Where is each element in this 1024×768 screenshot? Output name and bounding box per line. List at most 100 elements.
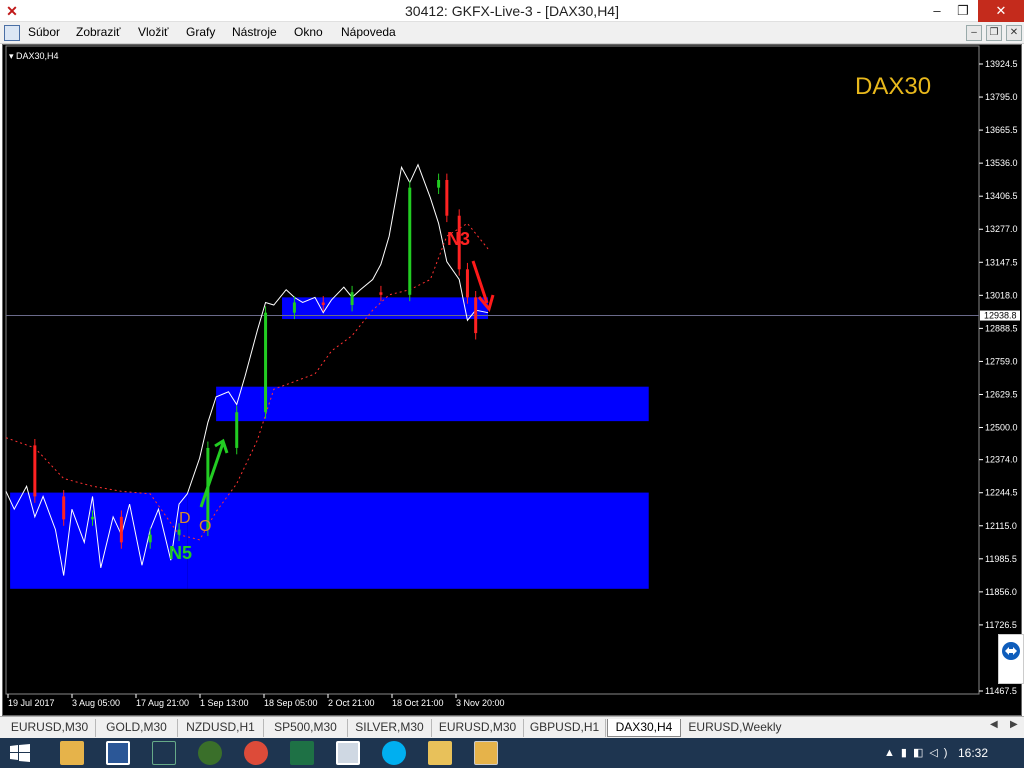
candle-body [437, 179, 441, 188]
mt4-window: ✕ 30412: GKFX-Live-3 - [DAX30,H4] – ❐ ✕ … [0, 0, 1024, 768]
menu-bar: Súbor Zobraziť Vložiť Grafy Nástroje Okn… [0, 22, 1024, 44]
menu-help[interactable]: Nápoveda [341, 25, 396, 39]
teamviewer-icon [1002, 642, 1020, 660]
plot-frame [5, 45, 980, 695]
annotation-n5: N5 [169, 543, 192, 563]
tab-eurusd-weekly[interactable]: EURUSD,Weekly [682, 719, 788, 737]
menu-insert[interactable]: Vložiť [138, 25, 169, 39]
y-tick-label: 12629.5 [985, 389, 1018, 399]
chart-window[interactable]: N3 N5 D O 13924.5 13795.0 13665.5 13536.0 13406.… [2, 44, 1022, 716]
y-tick-label: 12244.5 [985, 488, 1018, 498]
chart-symbol-label: ▾ DAX30,H4 [9, 51, 59, 61]
candle-body [33, 445, 37, 497]
mdi-close-button[interactable]: ✕ [1006, 25, 1022, 41]
windows-start-icon[interactable] [10, 744, 30, 762]
candle-body [292, 302, 296, 313]
windows-taskbar: ▲▮◧◁) 16:32 [0, 738, 1024, 768]
candle-body [465, 269, 469, 298]
menu-view[interactable]: Zobraziť [76, 25, 121, 39]
y-tick-label: 12115.0 [985, 521, 1017, 531]
restore-button[interactable]: ❐ [948, 0, 978, 22]
tab-silver-m30[interactable]: SILVER,M30 [348, 719, 432, 737]
y-tick-label: 13277.0 [985, 224, 1018, 234]
tab-dax30-h4[interactable]: DAX30,H4 [607, 719, 681, 737]
taskbar-clock[interactable]: 16:32 [958, 746, 988, 760]
chart-symbol-text: DAX30,H4 [16, 51, 59, 61]
window-title: 30412: GKFX-Live-3 - [DAX30,H4] [405, 3, 619, 19]
candle-body [474, 297, 478, 334]
chart-big-label: DAX30 [855, 73, 932, 100]
x-tick-label: 17 Aug 21:00 [136, 698, 189, 708]
taskbar-word-icon[interactable] [106, 741, 130, 765]
candle-body [445, 179, 449, 216]
x-tick-label: 2 Oct 21:00 [328, 698, 375, 708]
menu-tools[interactable]: Nástroje [232, 25, 277, 39]
taskbar-mt4-icon[interactable] [336, 741, 360, 765]
candle-body [148, 534, 152, 543]
tab-eurusd-m30[interactable]: EURUSD,M30 [4, 719, 96, 737]
taskbar-skype-icon[interactable] [382, 741, 406, 765]
x-tick-label: 19 Jul 2017 [8, 698, 55, 708]
tab-gold-m30[interactable]: GOLD,M30 [96, 719, 178, 737]
system-tray[interactable]: ▲▮◧◁) [884, 746, 953, 759]
y-tick-label: 13018.0 [985, 290, 1018, 300]
taskbar-files-icon[interactable] [474, 741, 498, 765]
y-tick-label: 13795.0 [985, 92, 1018, 102]
candle-body [62, 496, 66, 520]
tab-eurusd-m30-2[interactable]: EURUSD,M30 [432, 719, 524, 737]
teamviewer-widget[interactable] [998, 634, 1024, 684]
x-tick-label: 1 Sep 13:00 [200, 698, 249, 708]
taskbar-chrome-icon[interactable] [244, 741, 268, 765]
y-tick-label: 11726.5 [985, 620, 1017, 630]
menu-charts[interactable]: Grafy [186, 25, 215, 39]
annotation-d: D [179, 510, 191, 527]
price-chart[interactable]: N3 N5 D O 13924.5 13795.0 13665.5 13536.0 13406.… [3, 45, 1021, 715]
candle-body [235, 412, 239, 448]
tabs-scroll-right-icon[interactable]: ▶ [1010, 719, 1018, 730]
chart-window-icon[interactable] [4, 25, 20, 41]
candle-body [91, 516, 95, 520]
supply-demand-zone-0 [10, 492, 188, 589]
taskbar-explorer-icon[interactable] [60, 741, 84, 765]
taskbar-excel-icon[interactable] [290, 741, 314, 765]
x-tick-label: 18 Sep 05:00 [264, 698, 318, 708]
y-tick-label: 12500.0 [985, 423, 1018, 433]
candle-body [350, 292, 354, 306]
x-tick-label: 18 Oct 21:00 [392, 698, 444, 708]
tab-nzdusd-h1[interactable]: NZDUSD,H1 [178, 719, 264, 737]
candle-body [408, 187, 412, 295]
taskbar-app-icon[interactable] [152, 741, 176, 765]
chart-tabs-bar: EURUSD,M30 GOLD,M30 NZDUSD,H1 SP500,M30 … [0, 716, 1024, 738]
x-tick-label: 3 Nov 20:00 [456, 698, 505, 708]
supply-demand-zone-2 [216, 386, 649, 422]
close-button[interactable]: ✕ [978, 0, 1024, 22]
y-tick-label: 13406.5 [985, 191, 1018, 201]
y-tick-label: 11985.5 [985, 554, 1017, 564]
mdi-restore-button[interactable]: ❐ [986, 25, 1002, 41]
mdi-minimize-button[interactable]: – [966, 25, 982, 41]
y-tick-label: 11856.0 [985, 587, 1017, 597]
taskbar-folder-icon[interactable] [428, 741, 452, 765]
tabs-scroll-left-icon[interactable]: ◀ [990, 719, 998, 730]
current-price-label: 12938.8 [984, 311, 1017, 321]
candle-body [119, 516, 123, 543]
candle-body [177, 529, 181, 535]
title-bar: ✕ 30412: GKFX-Live-3 - [DAX30,H4] – ❐ ✕ [0, 0, 1024, 22]
tab-sp500-m30[interactable]: SP500,M30 [264, 719, 348, 737]
menu-file[interactable]: Súbor [28, 25, 60, 39]
x-tick-label: 3 Aug 05:00 [72, 698, 120, 708]
taskbar-globe-icon[interactable] [198, 741, 222, 765]
annotation-o: O [199, 518, 211, 535]
y-tick-label: 13665.5 [985, 125, 1018, 135]
y-tick-label: 12759.0 [985, 356, 1018, 366]
supply-demand-zone-1 [187, 492, 649, 589]
menu-window[interactable]: Okno [294, 25, 323, 39]
y-tick-label: 12888.5 [985, 323, 1018, 333]
annotation-n3: N3 [447, 229, 470, 249]
candle-body [321, 302, 325, 306]
dotted-red-line [5, 222, 489, 541]
y-tick-label: 13536.0 [985, 158, 1018, 168]
y-tick-label: 11467.5 [985, 686, 1017, 696]
y-tick-label: 12374.0 [985, 455, 1018, 465]
tab-gbpusd-h1[interactable]: GBPUSD,H1 [524, 719, 606, 737]
